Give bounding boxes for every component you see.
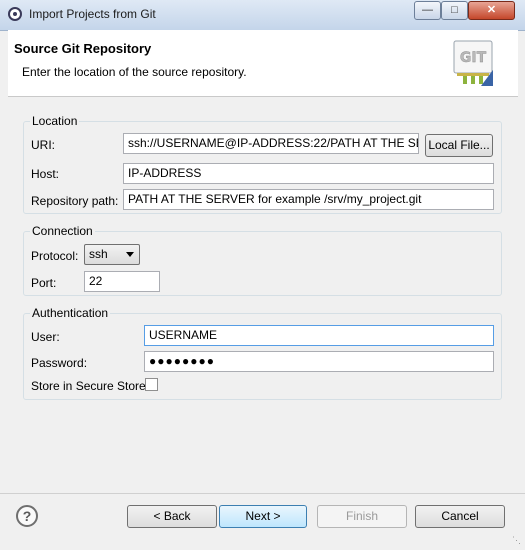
next-button[interactable]: Next >: [219, 505, 307, 528]
user-label: User:: [31, 330, 60, 344]
location-group-label: Location: [30, 114, 80, 128]
password-label: Password:: [31, 356, 88, 370]
host-label: Host:: [31, 167, 60, 181]
repository-path-label: Repository path:: [31, 194, 119, 208]
uri-input[interactable]: ssh://USERNAME@IP-ADDRESS:22/PATH AT THE…: [123, 133, 419, 154]
user-input[interactable]: USERNAME: [144, 325, 494, 346]
page-description: Enter the location of the source reposit…: [22, 65, 247, 79]
port-input[interactable]: 22: [84, 271, 160, 292]
maximize-button[interactable]: □: [441, 1, 468, 20]
close-button[interactable]: ✕: [468, 1, 515, 20]
page-title: Source Git Repository: [14, 41, 152, 56]
chevron-down-icon: [126, 252, 134, 257]
host-input[interactable]: IP-ADDRESS: [123, 163, 494, 184]
repository-path-input[interactable]: PATH AT THE SERVER for example /srv/my_p…: [123, 189, 494, 210]
help-icon[interactable]: ?: [16, 505, 38, 527]
authentication-group-label: Authentication: [30, 306, 111, 320]
footer-separator: [0, 493, 525, 494]
protocol-select-value: ssh: [89, 247, 108, 261]
store-secure-label: Store in Secure Store: [31, 379, 146, 393]
finish-button[interactable]: Finish: [317, 505, 407, 528]
minimize-button[interactable]: —: [414, 1, 441, 20]
local-file-button[interactable]: Local File...: [425, 134, 493, 157]
cancel-button[interactable]: Cancel: [415, 505, 505, 528]
window-title: Import Projects from Git: [29, 7, 156, 21]
wizard-header: Source Git Repository Enter the location…: [8, 30, 518, 97]
git-logo-text: GIT: [460, 50, 487, 66]
connection-group-label: Connection: [30, 224, 95, 238]
password-input[interactable]: ●●●●●●●●: [144, 351, 494, 372]
protocol-label: Protocol:: [31, 249, 79, 263]
eclipse-app-icon: [8, 7, 22, 21]
uri-label: URI:: [31, 138, 55, 152]
store-secure-checkbox[interactable]: [145, 378, 158, 391]
title-bar: Import Projects from Git — □ ✕: [0, 0, 525, 31]
protocol-select[interactable]: ssh: [84, 244, 140, 265]
git-logo-icon: GIT: [453, 40, 493, 86]
port-label: Port:: [31, 276, 57, 290]
back-button[interactable]: < Back: [127, 505, 217, 528]
resize-grip-icon[interactable]: ⋱: [512, 535, 521, 546]
